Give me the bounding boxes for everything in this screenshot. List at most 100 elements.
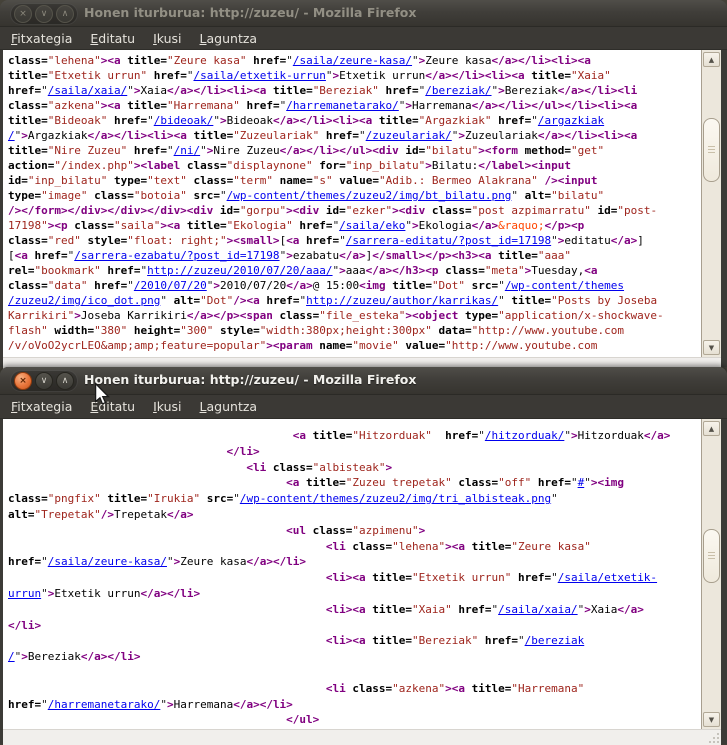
source-line: class="red" style="float: right;"><small… [8, 233, 701, 248]
source-line: href="/harremanetarako/">Harremana</a></… [8, 697, 701, 713]
source-line [8, 665, 701, 681]
close-button[interactable]: × [14, 5, 32, 23]
window-title: Honen iturburua: http://zuzeu/ - Mozilla… [0, 367, 727, 393]
source-line: /">Bereziak</a></li> [8, 649, 701, 665]
source-link[interactable]: /2010/07/20 [134, 279, 207, 292]
source-line: <li class="lehena"><a title="Zeure kasa" [8, 539, 701, 555]
source-line: type="image" class="botoia" src="/wp-con… [8, 188, 701, 203]
menu-item-fitxategia[interactable]: Fitxategia [2, 29, 81, 48]
close-button[interactable]: × [14, 372, 32, 390]
source-code[interactable]: <a title="Hitzorduak" href="/hitzorduak/… [3, 419, 701, 729]
source-link[interactable]: /saila/etxetik- [558, 571, 657, 584]
source-line: class="lehena"><a title="Zeure kasa" hre… [8, 53, 701, 68]
source-link[interactable]: /hitzorduak/ [485, 429, 564, 442]
source-line: rel="bookmark" href="http://zuzeu/2010/0… [8, 263, 701, 278]
source-line: title="Etxetik urrun" href="/saila/etxet… [8, 68, 701, 83]
source-link[interactable]: /wp-content/themes/zuzeu2/img/tri_albist… [240, 492, 551, 505]
thumb-grip-icon [708, 146, 715, 154]
source-line: <ul class="azpimenu"> [8, 523, 701, 539]
source-link[interactable]: /argazkiak [538, 114, 604, 127]
source-link[interactable]: /bereziak [525, 634, 585, 647]
source-line: flash" width="380" height="300" style="w… [8, 323, 701, 338]
source-link[interactable]: /harremanetarako/ [48, 698, 161, 711]
source-link[interactable]: /saila/zeure-kasa/ [48, 555, 167, 568]
menu-item-laguntza[interactable]: Laguntza [191, 397, 267, 416]
scrollbar[interactable]: ▲ ▼ [701, 50, 721, 357]
source-line: <li class="azkena"><a title="Harremana" [8, 681, 701, 697]
scroll-up-icon[interactable]: ▲ [703, 421, 720, 436]
menu-item-laguntza[interactable]: Laguntza [191, 29, 267, 48]
maximize-button[interactable]: ∧ [56, 5, 74, 23]
source-code[interactable]: class="lehena"><a title="Zeure kasa" hre… [3, 50, 701, 357]
source-link[interactable]: /wp-content/themes [505, 279, 624, 292]
scroll-down-icon[interactable]: ▼ [703, 340, 720, 355]
source-link[interactable]: /zuzeulariak/ [366, 129, 452, 142]
source-link[interactable]: /ni/ [174, 144, 201, 157]
firefox-source-window-top: × ∨ ∧ Honen iturburua: http://zuzeu/ - M… [0, 0, 727, 367]
source-line: [<a href="/sarrera-ezabatu/?post_id=1719… [8, 248, 701, 263]
source-link[interactable]: http://zuzeu/author/karrikas/ [306, 294, 498, 307]
menu-item-ikusi[interactable]: Ikusi [144, 29, 190, 48]
source-line: href="/saila/zeure-kasa/">Zeure kasa</a>… [8, 554, 701, 570]
source-link[interactable]: /harremanetarako/ [286, 99, 399, 112]
resize-grip-icon[interactable] [707, 731, 719, 743]
source-line: <a title="Hitzorduak" href="/hitzorduak/… [8, 428, 701, 444]
source-link[interactable]: /saila/zeure-kasa/ [293, 54, 412, 67]
source-line: /></form></div></div></div><div id="gorp… [8, 203, 701, 218]
minimize-button[interactable]: ∨ [35, 5, 53, 23]
scrollbar-thumb[interactable] [703, 529, 720, 583]
thumb-grip-icon [708, 552, 715, 560]
source-line: <li class="albisteak"> [8, 460, 701, 476]
source-link[interactable]: / [8, 129, 15, 142]
source-line: class="pngfix" title="Irukia" src="/wp-c… [8, 491, 701, 507]
source-link[interactable]: /zuzeu2/img/ico_dot.png [8, 294, 160, 307]
source-link[interactable]: urrun [8, 587, 41, 600]
scroll-down-icon[interactable]: ▼ [703, 712, 720, 727]
source-link[interactable]: http://zuzeu/2010/07/20/aaa/ [147, 264, 332, 277]
scroll-up-icon[interactable]: ▲ [703, 52, 720, 67]
source-line: Karrikiri">Joseba Karrikiri</a></p><span… [8, 308, 701, 323]
status-bar [3, 729, 721, 745]
window-title: Honen iturburua: http://zuzeu/ - Mozilla… [0, 0, 727, 26]
source-line: class="data" href="/2010/07/20">2010/07/… [8, 278, 701, 293]
source-view: <a title="Hitzorduak" href="/hitzorduak/… [3, 419, 721, 729]
source-line: action="/index.php"><label class="displa… [8, 158, 701, 173]
source-view: class="lehena"><a title="Zeure kasa" hre… [3, 50, 721, 357]
source-line: title="Bideoak" href="/bideoak/">Bideoak… [8, 113, 701, 128]
source-line: </li> [8, 618, 701, 634]
menu-item-editatu[interactable]: Editatu [81, 397, 144, 416]
titlebar[interactable]: × ∨ ∧ Honen iturburua: http://zuzeu/ - M… [0, 367, 727, 395]
menu-item-fitxategia[interactable]: Fitxategia [2, 397, 81, 416]
menu-bar: FitxategiaEditatuIkusiLaguntza [0, 395, 727, 419]
source-link[interactable]: / [8, 650, 15, 663]
source-line: class="azkena"><a title="Harremana" href… [8, 98, 701, 113]
titlebar[interactable]: × ∨ ∧ Honen iturburua: http://zuzeu/ - M… [0, 0, 727, 27]
menu-item-ikusi[interactable]: Ikusi [144, 397, 190, 416]
source-link[interactable]: /saila/xaia/ [48, 84, 127, 97]
source-line: title="Nire Zuzeu" href="/ni/">Nire Zuze… [8, 143, 701, 158]
source-line: </ul> [8, 712, 701, 728]
source-line: urrun">Etxetik urrun</a></li> [8, 586, 701, 602]
window-controls: × ∨ ∧ [10, 370, 78, 392]
source-line: /v/oVoO2ycrLEO&amp;amp;feature=popular">… [8, 338, 701, 353]
source-link[interactable]: /sarrera-ezabatu/?post_id=17198 [74, 249, 279, 262]
source-line: /">Argazkiak</a></li><li><a title="Zuzeu… [8, 128, 701, 143]
source-link[interactable]: /bereziak/ [425, 84, 491, 97]
scrollbar[interactable]: ▲ ▼ [701, 419, 721, 729]
minimize-button[interactable]: ∨ [35, 372, 53, 390]
scrollbar-thumb[interactable] [703, 118, 720, 182]
window-controls: × ∨ ∧ [10, 3, 78, 25]
source-line: href="/saila/xaia/">Xaia</a></li><li><a … [8, 83, 701, 98]
source-line: <li><a title="Xaia" href="/saila/xaia/">… [8, 602, 701, 618]
source-link[interactable]: /saila/xaia/ [498, 603, 577, 616]
source-link[interactable]: /sarrera-editatu/?post_id=17198 [346, 234, 551, 247]
source-line: <li><a title="Etxetik urrun" href="/sail… [8, 570, 701, 586]
source-link[interactable]: /wp-content/themes/zuzeu2/img/bt_bilatu.… [227, 189, 512, 202]
source-link[interactable]: /saila/etxetik-urrun [193, 69, 325, 82]
menu-item-editatu[interactable]: Editatu [81, 29, 144, 48]
firefox-source-window-bottom: × ∨ ∧ Honen iturburua: http://zuzeu/ - M… [0, 367, 727, 744]
maximize-button[interactable]: ∧ [56, 372, 74, 390]
source-link[interactable]: /saila/eko [339, 219, 405, 232]
menu-bar: FitxategiaEditatuIkusiLaguntza [0, 27, 727, 50]
source-link[interactable]: /bideoak/ [154, 114, 214, 127]
